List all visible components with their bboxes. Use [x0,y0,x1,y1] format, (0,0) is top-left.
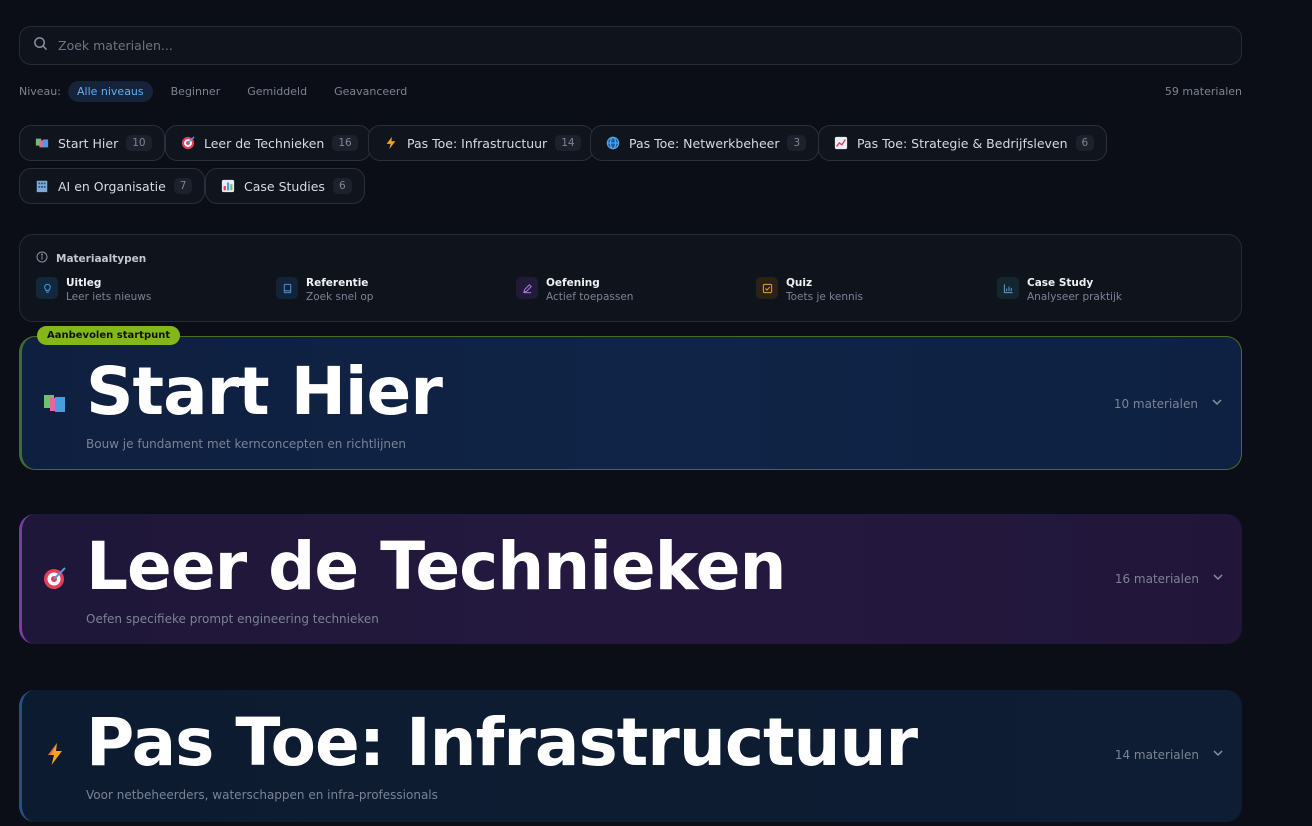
page: Niveau: Alle niveaus Beginner Gemiddeld … [0,0,1312,826]
section-subtitle: Bouw je fundament met kernconcepten en r… [86,437,406,451]
category-label: AI en Organisatie [58,178,166,194]
target-icon [43,566,67,590]
type-name: Uitleg [66,277,102,289]
category-label: Pas Toe: Netwerkbeheer [629,135,780,151]
type-name: Referentie [306,277,369,289]
books-icon [43,391,67,415]
category-count: 6 [1075,135,1095,151]
category-pill-leer-de-technieken[interactable]: Leer de Technieken 16 [165,125,371,161]
level-option-intermediate[interactable]: Gemiddeld [238,81,316,102]
type-case-study: Case Study Analyseer praktijk [997,277,1122,305]
type-desc: Analyseer praktijk [1027,291,1122,303]
category-label: Pas Toe: Infrastructuur [407,135,548,151]
materials-total: 59 materialen [1164,85,1242,98]
category-label: Leer de Technieken [204,135,325,151]
section-meta: 14 materialen [1115,747,1224,762]
lightning-icon [383,135,399,151]
type-desc: Leer iets nieuws [66,291,152,303]
target-icon [180,135,196,151]
checkbox-icon [756,277,778,299]
type-referentie: Referentie Zoek snel op [276,277,373,305]
category-count: 3 [787,135,807,151]
search-bar[interactable] [19,26,1242,65]
section-subtitle: Voor netbeheerders, waterschappen en inf… [86,788,438,802]
section-count: 14 materialen [1114,747,1199,762]
category-pill-infrastructuur[interactable]: Pas Toe: Infrastructuur 14 [368,125,594,161]
level-option-beginner[interactable]: Beginner [162,81,230,102]
level-option-all[interactable]: Alle niveaus [67,81,153,102]
lightning-icon [43,742,67,766]
chevron-down-icon[interactable] [1199,747,1224,762]
category-count: 7 [173,178,193,194]
type-desc: Actief toepassen [546,291,634,303]
section-title: Leer de Technieken [86,528,786,605]
info-icon [36,251,56,266]
type-desc: Toets je kennis [786,291,864,303]
section-infrastructuur[interactable]: Pas Toe: Infrastructuur Voor netbeheerde… [19,690,1242,822]
globe-icon [605,135,621,151]
level-filter: Niveau: Alle niveaus Beginner Gemiddeld … [19,80,1242,103]
section-subtitle: Oefen specifieke prompt engineering tech… [86,612,379,626]
type-name: Quiz [786,277,813,289]
section-start-hier[interactable]: Start Hier Bouw je fundament met kerncon… [19,336,1242,470]
chart-up-icon [833,135,849,151]
section-title: Pas Toe: Infrastructuur [86,704,918,781]
type-desc: Zoek snel op [306,291,374,303]
type-name: Oefening [546,277,600,289]
category-count: 6 [332,178,352,194]
material-types-panel: Materiaaltypen Uitleg Leer iets nieuws R… [19,234,1242,322]
section-title: Start Hier [86,353,443,430]
category-pill-netwerkbeheer[interactable]: Pas Toe: Netwerkbeheer 3 [590,125,820,161]
category-count: 14 [555,135,581,151]
category-label: Case Studies [244,178,325,194]
search-icon [33,36,48,55]
material-types-title: Materiaaltypen [56,252,147,265]
bar-chart-icon [220,178,236,194]
category-pill-case-studies[interactable]: Case Studies 6 [205,168,365,204]
category-pill-ai-organisatie[interactable]: AI en Organisatie 7 [19,168,206,204]
bar-chart-icon [997,277,1019,299]
material-types-header: Materiaaltypen [36,251,146,266]
recommended-badge: Aanbevolen startpunt [37,326,181,345]
type-oefening: Oefening Actief toepassen [516,277,633,305]
chevron-down-icon[interactable] [1198,396,1223,411]
level-label: Niveau: [19,85,61,98]
category-label: Start Hier [58,135,119,151]
book-icon [276,277,298,299]
type-quiz: Quiz Toets je kennis [756,277,863,305]
section-meta: 16 materialen [1115,571,1224,586]
search-input[interactable] [58,38,1241,53]
section-count: 16 materialen [1114,571,1199,586]
pencil-icon [516,277,538,299]
category-pill-start-hier[interactable]: Start Hier 10 [19,125,165,161]
chevron-down-icon[interactable] [1199,571,1224,586]
category-count: 10 [126,135,152,151]
category-count: 16 [332,135,358,151]
section-count: 10 materialen [1113,396,1198,411]
category-pill-strategie[interactable]: Pas Toe: Strategie & Bedrijfsleven 6 [818,125,1108,161]
lightbulb-icon [36,277,58,299]
type-uitleg: Uitleg Leer iets nieuws [36,277,151,305]
category-label: Pas Toe: Strategie & Bedrijfsleven [857,135,1068,151]
building-icon [34,178,50,194]
section-meta: 10 materialen [1114,396,1223,411]
section-leer-de-technieken[interactable]: Leer de Technieken Oefen specifieke prom… [19,514,1242,644]
level-option-advanced[interactable]: Geavanceerd [325,81,416,102]
books-icon [34,135,50,151]
type-name: Case Study [1027,277,1094,289]
